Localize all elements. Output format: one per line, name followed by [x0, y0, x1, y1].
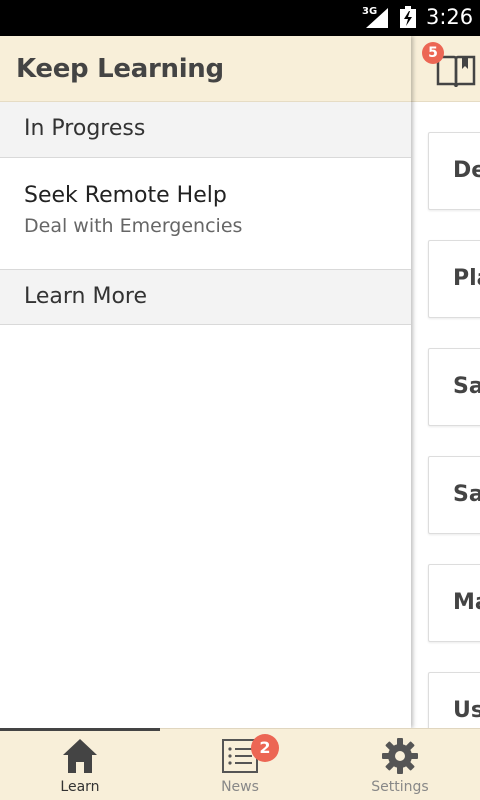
tab-settings[interactable]: Settings: [320, 729, 480, 800]
tab-news[interactable]: 2 News: [160, 729, 320, 800]
background-card[interactable]: Ma: [428, 564, 480, 642]
screen: 3G 3:26 5 De Pla Sa Sa Ma Us: [0, 0, 480, 800]
news-badge: 2: [251, 734, 279, 762]
navigation-drawer: Keep Learning In Progress Seek Remote He…: [0, 36, 411, 728]
book-badge: 5: [422, 42, 444, 64]
background-card[interactable]: Sa: [428, 456, 480, 534]
tab-learn[interactable]: Learn: [0, 729, 160, 800]
list-item-title: Seek Remote Help: [24, 183, 227, 208]
bottom-nav: Learn 2 News Settings: [0, 728, 480, 800]
background-card[interactable]: Sa: [428, 348, 480, 426]
status-time: 3:26: [426, 5, 474, 29]
drawer-title: Keep Learning: [16, 54, 224, 84]
section-header-learn-more: Learn More: [0, 269, 411, 325]
background-panel: 5 De Pla Sa Sa Ma Us: [410, 36, 480, 750]
home-icon: [63, 739, 97, 773]
tab-settings-label: Settings: [371, 779, 429, 795]
status-bar: 3G 3:26: [0, 0, 480, 36]
list-item[interactable]: Seek Remote Help Deal with Emergencies: [0, 158, 411, 269]
list-item-subtitle: Deal with Emergencies: [24, 215, 243, 237]
section-header-in-progress: In Progress: [0, 102, 411, 158]
background-card[interactable]: Pla: [428, 240, 480, 318]
background-header: 5: [410, 36, 480, 102]
battery-charging-icon: [400, 6, 416, 28]
drawer-header: Keep Learning: [0, 36, 411, 102]
tab-learn-label: Learn: [60, 779, 100, 795]
background-card[interactable]: De: [428, 132, 480, 210]
signal-icon: [366, 8, 388, 28]
gear-icon: [382, 738, 418, 774]
background-card-list: De Pla Sa Sa Ma Us: [428, 132, 480, 780]
tab-news-label: News: [221, 779, 259, 795]
